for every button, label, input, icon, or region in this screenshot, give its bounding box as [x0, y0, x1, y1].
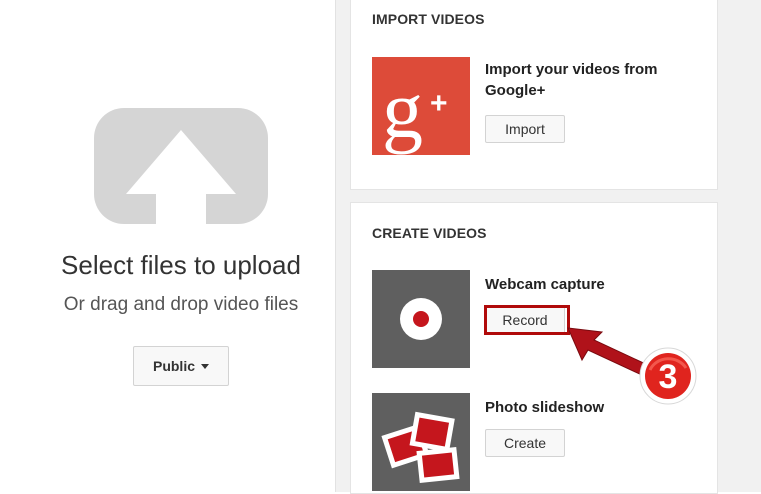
right-panel: IMPORT VIDEOS g + Import your videos fro… [336, 0, 761, 494]
upload-drop-zone[interactable]: Select files to upload Or drag and drop … [0, 0, 335, 492]
step-number-badge: 3 [639, 347, 697, 405]
import-google-plus-title: Import your videos from Google+ [485, 61, 658, 99]
upload-subtitle: Or drag and drop video files [63, 294, 299, 315]
upload-arrow-icon[interactable] [94, 108, 268, 224]
step-number-text: 3 [659, 358, 678, 396]
privacy-dropdown-label: Public [152, 358, 195, 374]
google-plus-icon: g + [372, 57, 470, 155]
create-button[interactable]: Create [485, 429, 565, 457]
svg-text:+: + [430, 87, 448, 120]
import-videos-card: IMPORT VIDEOS g + Import your videos fro… [350, 0, 718, 190]
photo-slideshow-icon [372, 393, 470, 491]
upload-title: Select files to upload [61, 250, 301, 280]
record-button-highlight [484, 305, 570, 335]
import-videos-heading: IMPORT VIDEOS [372, 11, 485, 27]
webcam-capture-title: Webcam capture [485, 276, 605, 293]
import-button[interactable]: Import [485, 115, 565, 143]
create-videos-heading: CREATE VIDEOS [372, 225, 487, 241]
svg-text:g: g [382, 64, 423, 155]
caret-down-icon [201, 363, 209, 369]
webcam-record-icon [372, 270, 470, 368]
privacy-dropdown-button[interactable]: Public [133, 346, 229, 386]
